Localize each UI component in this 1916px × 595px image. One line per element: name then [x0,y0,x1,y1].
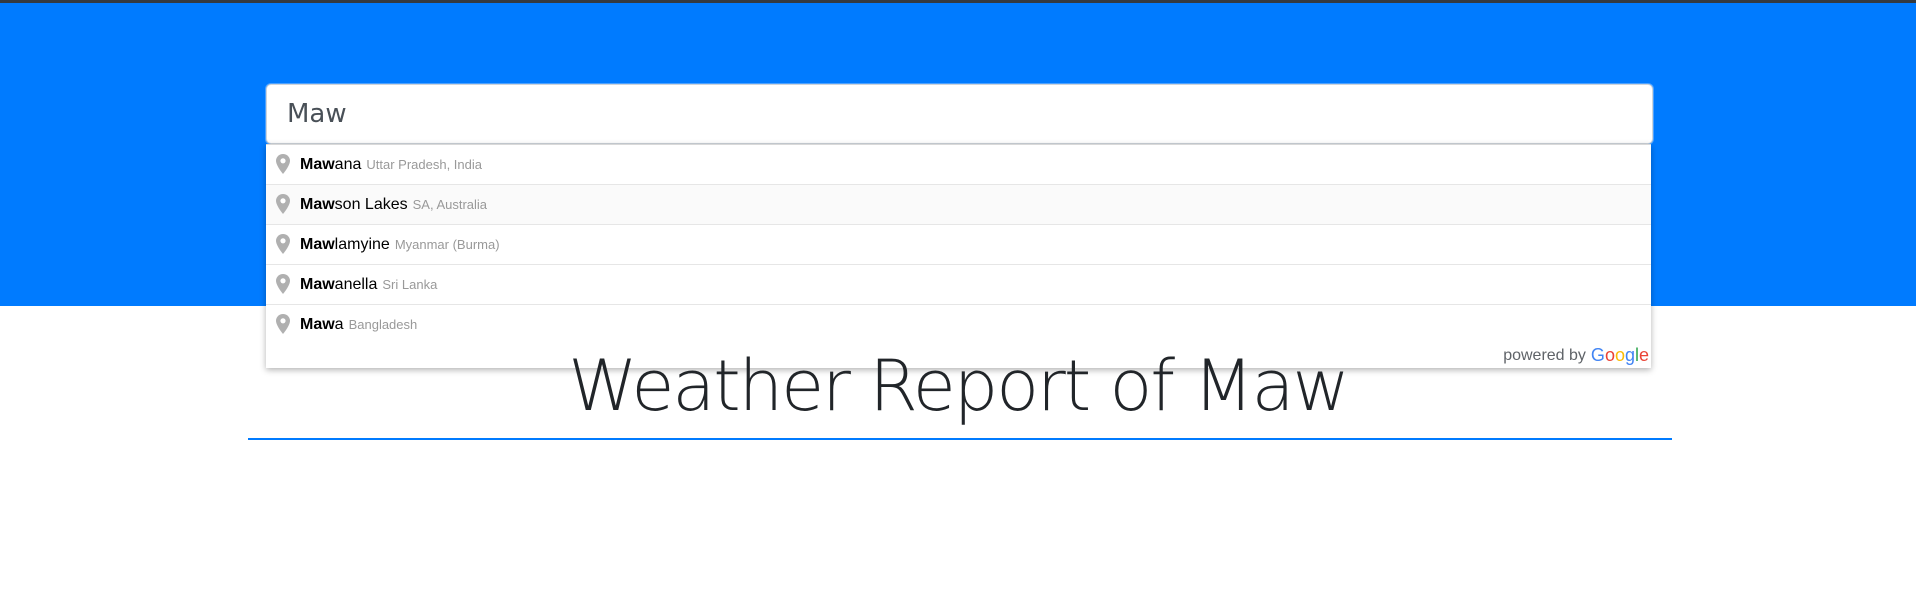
suggestion-match: Maw [300,275,335,293]
suggestion-item[interactable]: Maw ana Uttar Pradesh, India [266,145,1651,184]
map-pin-icon [274,313,292,336]
map-pin-icon [274,233,292,256]
suggestion-match: Maw [300,315,335,333]
search-container [266,84,1653,144]
suggestion-main: lamyine [334,235,390,253]
suggestion-secondary: Uttar Pradesh, India [366,156,482,172]
suggestion-item[interactable]: Maw lamyine Myanmar (Burma) [266,224,1651,264]
autocomplete-dropdown: Maw ana Uttar Pradesh, India Maw son Lakes… [266,144,1651,368]
suggestion-match: Maw [300,155,335,173]
suggestion-secondary: Bangladesh [348,316,418,332]
suggestion-main: ana [334,155,362,173]
suggestion-match: Maw [300,195,335,213]
suggestion-main: anella [334,275,378,293]
suggestion-item[interactable]: Maw anella Sri Lanka [266,264,1651,304]
suggestion-main: son Lakes [334,195,408,213]
suggestion-item[interactable]: Maw a Bangladesh [266,304,1651,344]
suggestion-match: Maw [300,235,335,253]
suggestion-main: a [334,315,344,333]
suggestion-item[interactable]: Maw son Lakes SA, Australia [266,184,1651,224]
suggestion-secondary: Sri Lanka [382,276,438,292]
map-pin-icon [274,193,292,216]
map-pin-icon [274,153,292,176]
suggestion-secondary: SA, Australia [412,196,488,212]
title-divider [248,438,1672,440]
location-search-input[interactable] [266,84,1653,144]
map-pin-icon [274,273,292,296]
page-title: Weather Report of Maw [568,345,1350,427]
suggestion-secondary: Myanmar (Burma) [394,236,500,252]
